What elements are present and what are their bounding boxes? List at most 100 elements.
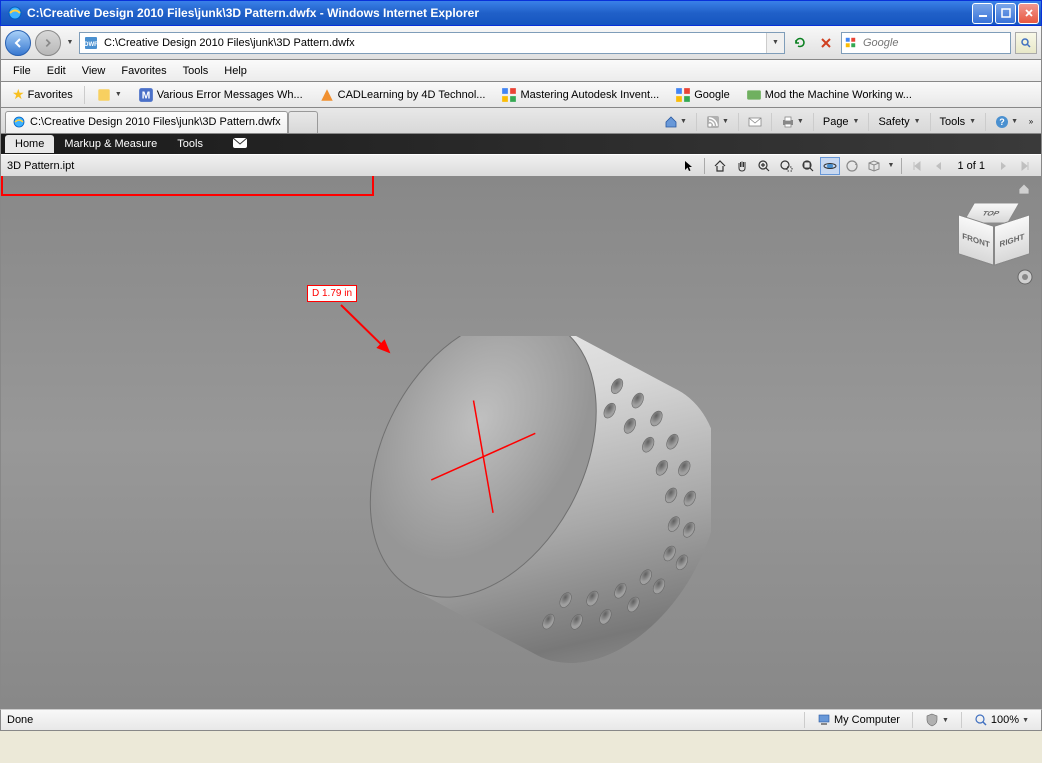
ie-icon [7, 5, 23, 21]
site-icon: M [138, 87, 154, 103]
separator [930, 113, 931, 131]
google-icon [845, 36, 856, 50]
close-button[interactable] [1018, 3, 1039, 24]
3d-model[interactable] [351, 336, 711, 696]
forward-button[interactable] [35, 30, 61, 56]
annotation-highlight-box [1, 176, 374, 196]
fav-link-3[interactable]: Google [668, 83, 736, 107]
next-page-button[interactable] [993, 157, 1013, 175]
menu-bar: File Edit View Favorites Tools Help [0, 60, 1042, 82]
fav-link-label: CADLearning by 4D Technol... [338, 89, 486, 101]
feeds-button[interactable]: ▼ [701, 112, 734, 132]
maximize-button[interactable] [995, 3, 1016, 24]
prev-page-button[interactable] [929, 157, 949, 175]
address-dropdown[interactable]: ▼ [766, 33, 784, 53]
search-bar [841, 32, 1011, 54]
separator [985, 113, 986, 131]
home-button[interactable]: ▼ [659, 112, 692, 132]
protected-mode[interactable]: ▼ [919, 713, 955, 727]
tab-bar: C:\Creative Design 2010 Files\junk\3D Pa… [0, 108, 1042, 134]
zoom-in-tool[interactable] [754, 157, 774, 175]
browser-tab[interactable]: C:\Creative Design 2010 Files\junk\3D Pa… [5, 111, 288, 133]
help-menu[interactable]: ?▼ [990, 112, 1023, 132]
first-page-button[interactable] [907, 157, 927, 175]
nav-history-dropdown[interactable]: ▼ [65, 30, 75, 56]
zoom-rect-tool[interactable] [776, 157, 796, 175]
chevron-down-icon: ▼ [967, 118, 976, 125]
page-menu[interactable]: Page ▼ [818, 113, 865, 131]
chevron-down-icon[interactable]: ▼ [886, 162, 897, 169]
pan-tool[interactable] [732, 157, 752, 175]
favorites-label: Favorites [28, 89, 73, 101]
steering-wheel-button[interactable] [1016, 268, 1034, 286]
menu-tools[interactable]: Tools [175, 62, 217, 80]
chevron-down-icon: ▼ [115, 91, 122, 98]
suggested-sites-button[interactable]: ▼ [89, 83, 129, 107]
dimension-annotation: D 1.79 in [307, 285, 357, 302]
minimize-button[interactable] [972, 3, 993, 24]
viewer-tab-tools[interactable]: Tools [167, 135, 213, 153]
security-zone[interactable]: My Computer [811, 713, 906, 727]
viewcube-home-icon[interactable] [1017, 182, 1031, 196]
fav-link-label: Mod the Machine Working w... [765, 89, 912, 101]
search-input[interactable] [859, 37, 1010, 49]
read-mail-button[interactable] [743, 112, 767, 132]
zoom-control[interactable]: 100% ▼ [968, 713, 1035, 727]
orbit-tool[interactable] [820, 157, 840, 175]
separator [901, 158, 902, 174]
print-button[interactable]: ▼ [776, 112, 809, 132]
page-indicator: 1 of 1 [951, 160, 991, 172]
viewer-tab-markup[interactable]: Markup & Measure [54, 135, 167, 153]
status-bar: Done My Computer ▼ 100% ▼ [0, 709, 1042, 731]
fav-link-2[interactable]: Mastering Autodesk Invent... [494, 83, 666, 107]
viewer-mail-button[interactable] [223, 135, 257, 154]
site-icon [319, 87, 335, 103]
separator [813, 113, 814, 131]
menu-view[interactable]: View [74, 62, 114, 80]
turntable-tool[interactable] [842, 157, 862, 175]
viewer-canvas[interactable]: TOP FRONT RIGHT D 1.79 in [1, 176, 1041, 708]
fav-link-label: Mastering Autodesk Invent... [520, 89, 659, 101]
menu-file[interactable]: File [5, 62, 39, 80]
viewcube[interactable]: TOP FRONT RIGHT [956, 198, 1026, 268]
chevron-down-icon: ▼ [797, 118, 804, 125]
window-title: C:\Creative Design 2010 Files\junk\3D Pa… [27, 6, 972, 20]
viewer-tab-home[interactable]: Home [5, 135, 54, 153]
fav-link-1[interactable]: CADLearning by 4D Technol... [312, 83, 493, 107]
new-tab-button[interactable] [288, 111, 318, 133]
search-go-button[interactable] [1015, 32, 1037, 54]
home-view-tool[interactable] [710, 157, 730, 175]
chevron-down-icon: ▼ [722, 118, 729, 125]
zoom-icon [974, 713, 988, 727]
suggested-sites-icon [96, 87, 112, 103]
separator [84, 86, 85, 104]
last-page-button[interactable] [1015, 157, 1035, 175]
status-text: Done [7, 714, 804, 726]
separator [912, 712, 913, 728]
favorites-button[interactable]: ★ Favorites [5, 82, 80, 107]
select-tool[interactable] [679, 157, 699, 175]
fav-link-label: Various Error Messages Wh... [157, 89, 303, 101]
toolbar-overflow[interactable]: » [1025, 117, 1037, 126]
zoom-fit-tool[interactable] [798, 157, 818, 175]
back-button[interactable] [5, 30, 31, 56]
fav-link-0[interactable]: M Various Error Messages Wh... [131, 83, 310, 107]
site-icon [746, 87, 762, 103]
printer-icon [781, 115, 795, 129]
section-tool[interactable] [864, 157, 884, 175]
menu-favorites[interactable]: Favorites [113, 62, 174, 80]
safety-menu[interactable]: Safety ▼ [873, 113, 925, 131]
refresh-button[interactable] [789, 32, 811, 54]
help-icon: ? [995, 115, 1009, 129]
command-bar: ▼ ▼ ▼ Page ▼ Safety ▼ Tools ▼ ?▼ » [659, 112, 1037, 132]
chevron-down-icon: ▼ [942, 717, 949, 724]
menu-edit[interactable]: Edit [39, 62, 74, 80]
tools-menu[interactable]: Tools ▼ [935, 113, 982, 131]
fav-link-4[interactable]: Mod the Machine Working w... [739, 83, 919, 107]
svg-text:M: M [141, 90, 150, 101]
navigation-bar: ▼ DWF ▼ [0, 26, 1042, 60]
stop-button[interactable] [815, 32, 837, 54]
address-input[interactable] [102, 33, 766, 53]
separator [771, 113, 772, 131]
menu-help[interactable]: Help [216, 62, 255, 80]
